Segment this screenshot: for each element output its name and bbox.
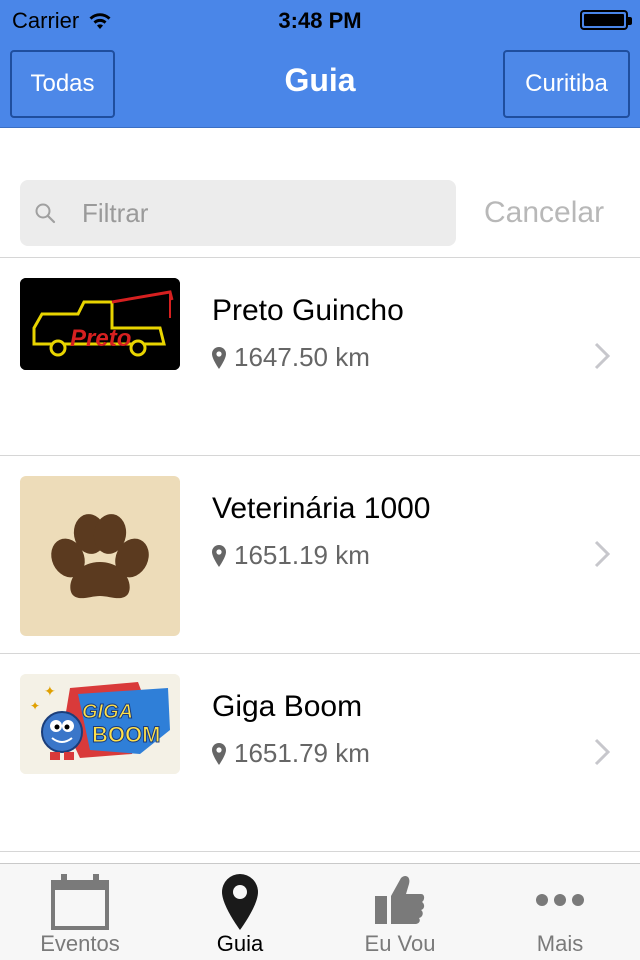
item-distance: 1651.19 km [234, 540, 370, 570]
chevron-right-icon [594, 342, 610, 370]
tab-eu-vou[interactable]: Eu Vou [320, 864, 480, 960]
item-distance: 1647.50 km [234, 342, 370, 372]
location-pin-icon [212, 544, 226, 567]
item-name: Veterinária 1000 [212, 492, 431, 525]
city-button[interactable]: Curitiba [503, 50, 630, 118]
navigation-header: Carrier 3:48 PM Todas Guia Curitiba [0, 0, 640, 128]
map-pin-icon [222, 874, 258, 930]
item-distance-row: 1647.50 km [212, 342, 370, 373]
tab-label: Guia [216, 931, 264, 956]
list-item[interactable]: GIGA BOOM ✦ ✦ Giga Boom 1651.79 km [0, 654, 640, 850]
location-pin-icon [212, 742, 226, 765]
chevron-right-icon [594, 540, 610, 568]
item-name: Preto Guincho [212, 294, 404, 327]
item-distance-row: 1651.19 km [212, 540, 370, 571]
thumb-brand-text: Preto [70, 325, 131, 352]
location-pin-icon [212, 346, 226, 369]
tab-label: Mais [536, 931, 584, 956]
tab-label: Eventos [40, 931, 120, 956]
tab-label: Eu Vou [364, 931, 436, 956]
item-thumbnail: Preto [20, 278, 180, 370]
thumb-brand-text-1: GIGA [82, 701, 133, 723]
battery-icon [580, 10, 632, 30]
more-icon [536, 894, 584, 906]
divider [0, 851, 640, 852]
item-name: Giga Boom [212, 690, 363, 723]
item-thumbnail [20, 476, 180, 636]
tab-eventos[interactable]: Eventos [0, 864, 160, 960]
giga-boom-logo: GIGA BOOM ✦ ✦ [20, 674, 180, 774]
search-icon [35, 203, 56, 224]
chevron-right-icon [594, 738, 610, 766]
svg-text:✦: ✦ [30, 699, 40, 713]
list-item[interactable]: Preto Preto Guincho 1647.50 km [0, 258, 640, 454]
paw-print-icon [51, 514, 149, 599]
thumbs-up-icon [375, 876, 425, 924]
svg-text:✦: ✦ [44, 684, 56, 700]
list-item[interactable]: Veterinária 1000 1651.19 km [0, 456, 640, 652]
status-time: 3:48 PM [278, 8, 362, 33]
item-thumbnail: GIGA BOOM ✦ ✦ [20, 674, 180, 774]
status-bar: Carrier 3:48 PM [0, 0, 640, 40]
cancel-button[interactable]: Cancelar [484, 196, 604, 230]
item-distance-row: 1651.79 km [212, 738, 370, 769]
tab-guia[interactable]: Guia [160, 864, 320, 960]
search-bar[interactable] [20, 180, 456, 246]
thumb-brand-text-2: BOOM [92, 722, 160, 747]
item-distance: 1651.79 km [234, 738, 370, 768]
tab-mais[interactable]: Mais [480, 864, 640, 960]
tow-truck-logo: Preto [20, 278, 180, 370]
search-input[interactable] [82, 180, 442, 246]
tab-bar: Eventos Guia Eu Vou Mais [0, 863, 640, 960]
calendar-icon [51, 874, 109, 930]
